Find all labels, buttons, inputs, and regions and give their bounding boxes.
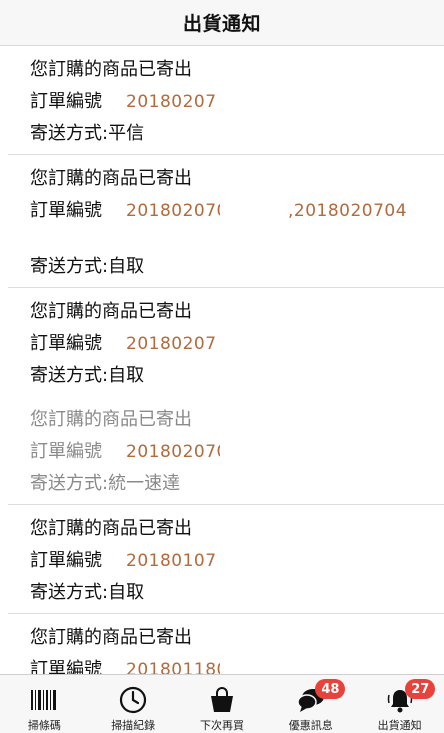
tab-label: 優惠訊息 bbox=[288, 719, 333, 732]
order-row: 訂單編號 2018011804 bbox=[30, 654, 444, 674]
order-label: 訂單編號 bbox=[30, 659, 102, 674]
order-row: 訂單編號 20180107 bbox=[30, 545, 444, 577]
tab-label: 下次再買 bbox=[199, 719, 244, 732]
order-row: 訂單編號 2018020704 ,2018020704 bbox=[30, 195, 444, 227]
order-number: 20180107 bbox=[126, 551, 217, 571]
tab-bar: 掃條碼 掃描紀錄 下次再買 48 優惠訊息 27 出貨通知 bbox=[0, 674, 444, 733]
notification-item[interactable]: 您訂購的商品已寄出 訂單編號 20180207 寄送方式:平信 bbox=[8, 46, 444, 155]
order-number: 2018020704 bbox=[126, 442, 220, 462]
shipping-method: 寄送方式:自取 bbox=[30, 365, 145, 386]
tab-scan-barcode[interactable]: 掃條碼 bbox=[0, 675, 89, 733]
order-number-2: ,2018020704 bbox=[288, 201, 408, 221]
order-label: 訂單編號 bbox=[30, 441, 102, 462]
barcode-icon bbox=[29, 685, 59, 714]
notification-item[interactable]: 您訂購的商品已寄出 訂單編號 20180207 寄送方式:自取 bbox=[8, 288, 444, 396]
order-label: 訂單編號 bbox=[30, 333, 102, 354]
notification-title: 您訂購的商品已寄出 bbox=[30, 518, 192, 539]
tab-label: 掃條碼 bbox=[27, 719, 61, 732]
order-row: 訂單編號 2018020704 bbox=[30, 436, 444, 468]
shipping-method: 寄送方式:平信 bbox=[30, 123, 145, 144]
order-row: 訂單編號 20180207 bbox=[30, 328, 444, 360]
notification-badge: 27 bbox=[405, 679, 436, 699]
notification-title: 您訂購的商品已寄出 bbox=[30, 627, 192, 648]
notification-title: 您訂購的商品已寄出 bbox=[30, 59, 192, 80]
shipping-method: 寄送方式:自取 bbox=[30, 256, 145, 277]
tab-label: 掃描紀錄 bbox=[111, 719, 156, 732]
order-number: 20180207 bbox=[126, 92, 217, 112]
order-number: 2018020704 bbox=[126, 201, 220, 221]
order-label: 訂單編號 bbox=[30, 200, 102, 221]
shopping-bag-icon bbox=[207, 685, 237, 714]
shipping-method: 寄送方式:統一速達 bbox=[30, 473, 181, 494]
notification-title: 您訂購的商品已寄出 bbox=[30, 409, 192, 430]
notification-item[interactable]: 您訂購的商品已寄出 訂單編號 2018011804 bbox=[8, 614, 444, 674]
notification-list[interactable]: 您訂購的商品已寄出 訂單編號 20180207 寄送方式:平信 您訂購的商品已寄出… bbox=[0, 46, 444, 674]
tab-buy-later[interactable]: 下次再買 bbox=[178, 675, 267, 733]
order-row: 訂單編號 20180207 bbox=[30, 86, 444, 118]
notification-badge: 48 bbox=[315, 679, 346, 699]
tab-shipping-notice[interactable]: 27 出貨通知 bbox=[355, 675, 444, 733]
order-number: 20180207 bbox=[126, 334, 217, 354]
tab-scan-history[interactable]: 掃描紀錄 bbox=[89, 675, 178, 733]
shipping-method: 寄送方式:自取 bbox=[30, 582, 145, 603]
tab-promotions[interactable]: 48 優惠訊息 bbox=[266, 675, 355, 733]
nav-header: 出貨通知 bbox=[0, 0, 444, 46]
order-label: 訂單編號 bbox=[30, 550, 102, 571]
page-title: 出貨通知 bbox=[182, 13, 261, 35]
tab-label: 出貨通知 bbox=[377, 719, 422, 732]
notification-title: 您訂購的商品已寄出 bbox=[30, 301, 192, 322]
notification-item[interactable]: 您訂購的商品已寄出 訂單編號 20180107 寄送方式:自取 bbox=[8, 505, 444, 614]
notification-title: 您訂購的商品已寄出 bbox=[30, 168, 192, 189]
notification-item[interactable]: 您訂購的商品已寄出 訂單編號 2018020704 ,2018020704 寄送方式… bbox=[8, 155, 444, 288]
notification-item[interactable]: 您訂購的商品已寄出 訂單編號 2018020704 寄送方式:統一速達 bbox=[8, 396, 444, 505]
clock-icon bbox=[118, 685, 148, 714]
order-label: 訂單編號 bbox=[30, 91, 102, 112]
order-number: 2018011804 bbox=[126, 660, 220, 674]
